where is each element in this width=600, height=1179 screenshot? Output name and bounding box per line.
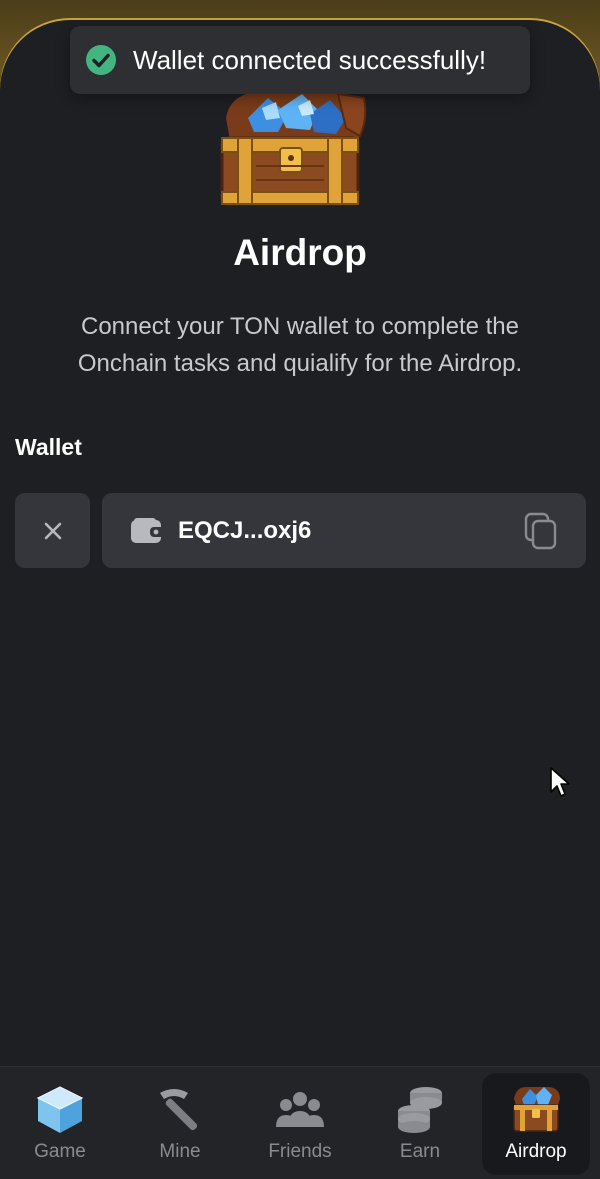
nav-label: Game xyxy=(34,1141,86,1162)
nav-item-mine[interactable]: Mine xyxy=(120,1067,240,1179)
close-icon xyxy=(44,522,61,539)
treasure-chest-icon xyxy=(220,92,367,206)
wallet-icon xyxy=(131,517,164,543)
ice-cube-icon xyxy=(36,1086,84,1133)
bottom-nav: Game Mine Friends Earn Airdrop xyxy=(0,1066,600,1179)
toast-message: Wallet connected successfully! xyxy=(133,44,487,75)
friends-icon xyxy=(276,1092,324,1127)
wallet-address: EQCJ...oxj6 xyxy=(178,516,312,544)
check-circle-icon xyxy=(86,45,116,75)
nav-item-friends[interactable]: Friends xyxy=(240,1067,360,1179)
nav-label: Earn xyxy=(399,1141,441,1162)
success-toast: Wallet connected successfully! xyxy=(70,26,530,94)
mouse-cursor-icon xyxy=(550,767,570,797)
copy-icon[interactable] xyxy=(524,512,558,550)
nav-label: Airdrop xyxy=(505,1141,567,1162)
nav-label: Friends xyxy=(268,1141,332,1162)
pickaxe-icon xyxy=(160,1089,198,1131)
coins-stack-icon xyxy=(398,1087,442,1133)
wallet-section-label: Wallet xyxy=(15,434,82,460)
page-description: Connect your TON wallet to complete the … xyxy=(77,313,523,377)
nav-item-earn[interactable]: Earn xyxy=(360,1067,480,1179)
nav-item-airdrop[interactable]: Airdrop xyxy=(482,1073,590,1175)
treasure-chest-icon xyxy=(513,1087,560,1132)
disconnect-wallet-button[interactable] xyxy=(15,493,90,568)
nav-label: Mine xyxy=(159,1141,201,1162)
nav-item-game[interactable]: Game xyxy=(0,1067,120,1179)
page-title: Airdrop xyxy=(233,232,367,273)
wallet-address-field: EQCJ...oxj6 xyxy=(102,493,586,568)
